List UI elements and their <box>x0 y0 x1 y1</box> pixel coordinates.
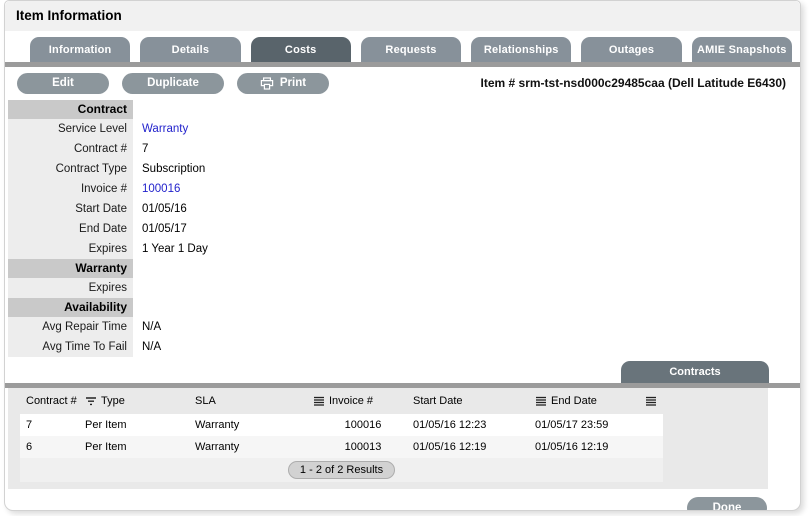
cell-end-date: 01/05/17 23:59 <box>535 419 609 431</box>
field-avg-repair-time: Avg Repair Time N/A <box>5 317 800 337</box>
tab-requests[interactable]: Requests <box>360 37 462 62</box>
contracts-tab-row: Contracts <box>5 361 800 383</box>
cell-start-date: 01/05/16 12:23 <box>413 419 487 431</box>
tab-bar: Information Details Costs Requests Relat… <box>30 37 792 62</box>
column-label: Start Date <box>413 395 463 407</box>
edit-button[interactable]: Edit <box>17 72 109 94</box>
tab-contracts[interactable]: Contracts <box>621 361 769 383</box>
results-count-badge: 1 - 2 of 2 Results <box>287 461 396 479</box>
field-label: End Date <box>8 219 133 239</box>
section-header-contract: Contract <box>5 100 800 119</box>
field-expires: Expires 1 Year 1 Day <box>5 239 800 259</box>
col-actions[interactable] <box>645 396 663 407</box>
page-title: Item Information <box>5 1 800 31</box>
column-label: SLA <box>195 395 216 407</box>
col-end-date[interactable]: End Date <box>535 395 645 407</box>
field-label: Start Date <box>8 199 133 219</box>
cell-start-date: 01/05/16 12:19 <box>413 441 487 453</box>
column-label: Invoice # <box>329 395 374 407</box>
field-label: Avg Repair Time <box>8 317 133 337</box>
tab-relationships[interactable]: Relationships <box>471 37 572 62</box>
field-label: Contract Type <box>8 159 133 179</box>
column-label: End Date <box>551 395 597 407</box>
section-header-label: Warranty <box>8 259 133 278</box>
field-value: 1 Year 1 Day <box>142 243 208 255</box>
contracts-table: Contract # Type SLA Invoice # Start Date… <box>20 388 663 482</box>
item-details-form: Contract Service Level Warranty Contract… <box>5 100 800 357</box>
tab-amie-snapshots[interactable]: AMIE Snapshots <box>691 37 792 62</box>
printer-icon <box>260 76 274 90</box>
table-row[interactable]: 6 Per Item Warranty 100013 01/05/16 12:1… <box>20 436 663 458</box>
field-avg-time-to-fail: Avg Time To Fail N/A <box>5 337 800 357</box>
field-label: Expires <box>8 278 133 298</box>
field-warranty-expires: Expires <box>5 278 800 298</box>
field-value: 01/05/16 <box>142 203 187 215</box>
section-header-label: Contract <box>8 100 133 119</box>
field-contract-number: Contract # 7 <box>5 139 800 159</box>
cell-invoice-number: 100013 <box>344 441 382 453</box>
column-label: Type <box>101 395 125 407</box>
field-label: Service Level <box>8 119 133 139</box>
cell-sla: Warranty <box>195 441 240 453</box>
footer-actions: Done <box>5 489 800 510</box>
field-label: Contract # <box>8 139 133 159</box>
col-sla[interactable]: SLA <box>195 395 313 407</box>
menu-icon[interactable] <box>535 396 547 407</box>
menu-icon[interactable] <box>313 396 325 407</box>
tab-outages[interactable]: Outages <box>581 37 682 62</box>
section-header-warranty: Warranty <box>5 259 800 278</box>
section-header-label: Availability <box>8 298 133 317</box>
field-end-date: End Date 01/05/17 <box>5 219 800 239</box>
tab-information[interactable]: Information <box>30 37 131 62</box>
field-label: Avg Time To Fail <box>8 337 133 357</box>
field-value: 01/05/17 <box>142 223 187 235</box>
tab-details[interactable]: Details <box>140 37 241 62</box>
cell-end-date: 01/05/16 12:19 <box>535 441 609 453</box>
toolbar: Edit Duplicate Print Item # srm-tst-nsd0… <box>5 67 800 97</box>
table-header-row: Contract # Type SLA Invoice # Start Date… <box>20 388 663 414</box>
column-label: Contract # <box>26 395 77 407</box>
col-contract-number[interactable]: Contract # <box>20 395 85 407</box>
done-button[interactable]: Done <box>687 497 767 510</box>
table-row[interactable]: 7 Per Item Warranty 100016 01/05/16 12:2… <box>20 414 663 436</box>
filter-icon[interactable] <box>85 396 97 407</box>
cell-contract-number: 7 <box>26 419 33 431</box>
tab-costs[interactable]: Costs <box>250 37 351 62</box>
cell-sla: Warranty <box>195 419 240 431</box>
cell-contract-number: 6 <box>26 441 33 453</box>
field-label: Invoice # <box>8 179 133 199</box>
item-information-window: Item Information Information Details Cos… <box>4 0 801 511</box>
col-type[interactable]: Type <box>85 395 195 407</box>
field-contract-type: Contract Type Subscription <box>5 159 800 179</box>
field-value: N/A <box>142 321 162 333</box>
field-value: N/A <box>142 341 162 353</box>
invoice-link[interactable]: 100016 <box>133 183 180 195</box>
menu-icon[interactable] <box>645 396 657 407</box>
field-service-level: Service Level Warranty <box>5 119 800 139</box>
section-header-availability: Availability <box>5 298 800 317</box>
cell-invoice-number: 100016 <box>344 419 382 431</box>
contracts-table-panel: Contract # Type SLA Invoice # Start Date… <box>8 388 768 489</box>
item-reference: Item # srm-tst-nsd000c29485caa (Dell Lat… <box>480 76 786 90</box>
col-invoice-number[interactable]: Invoice # <box>313 395 413 407</box>
cell-type: Per Item <box>85 419 127 431</box>
col-start-date[interactable]: Start Date <box>413 395 535 407</box>
cell-type: Per Item <box>85 441 127 453</box>
print-button[interactable]: Print <box>237 72 329 94</box>
field-value: 7 <box>142 143 149 155</box>
field-label: Expires <box>8 239 133 259</box>
field-value: Subscription <box>142 163 206 175</box>
service-level-link[interactable]: Warranty <box>133 123 188 135</box>
field-start-date: Start Date 01/05/16 <box>5 199 800 219</box>
print-button-label: Print <box>279 77 307 89</box>
table-footer: 1 - 2 of 2 Results <box>20 458 663 482</box>
duplicate-button[interactable]: Duplicate <box>122 72 224 94</box>
field-invoice-number: Invoice # 100016 <box>5 179 800 199</box>
